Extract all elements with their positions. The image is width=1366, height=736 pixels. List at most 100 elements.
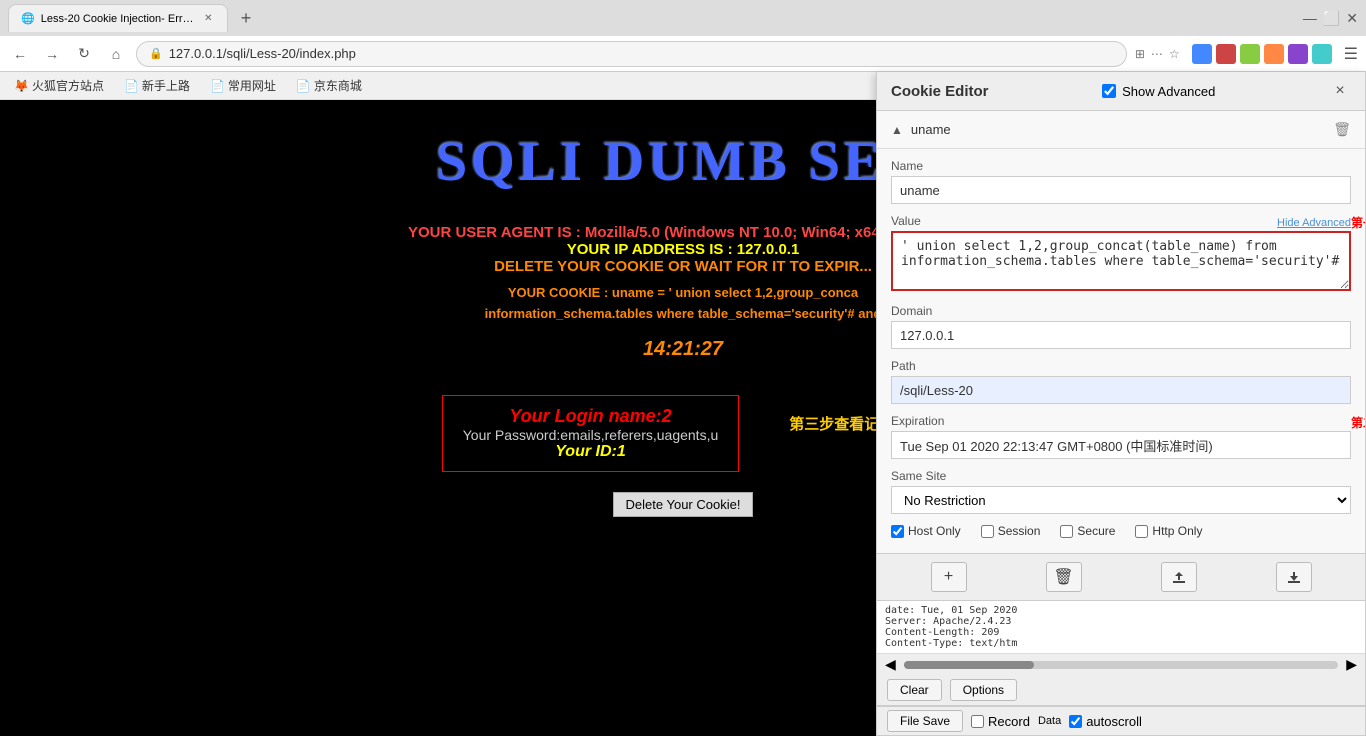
annotation-step2: 第二步保存	[1351, 414, 1365, 431]
host-only-checkbox[interactable]	[891, 525, 904, 538]
login-name: Your Login name:2	[463, 406, 719, 427]
same-site-group: Same Site No Restriction Lax Strict None	[891, 469, 1351, 514]
domain-group: Domain	[891, 304, 1351, 349]
value-group: Value Hide Advanced ' union select 1,2,g…	[891, 214, 1351, 294]
autoscroll-checkbox[interactable]	[1069, 715, 1082, 728]
new-tab-button[interactable]: +	[232, 4, 260, 32]
lock-icon: 🔒	[149, 47, 163, 60]
bookmark-label-2: 新手上路	[142, 77, 190, 94]
cookie-editor-panel: Cookie Editor Show Advanced × ▲ uname 🗑 …	[876, 72, 1366, 736]
add-cookie-btn[interactable]: +	[931, 562, 967, 592]
path-input[interactable]	[891, 376, 1351, 404]
bookmark-jd[interactable]: 📄 京东商城	[290, 75, 368, 96]
ext-icon-5[interactable]	[1288, 44, 1308, 64]
log-bottom-bar: File Save Record Data autoscroll	[877, 706, 1365, 735]
domain-input[interactable]	[891, 321, 1351, 349]
tab-bar: 🌐 Less-20 Cookie Injection- Error B ✕ + …	[0, 0, 1366, 36]
bookmark-icon-common: 📄	[210, 79, 225, 93]
close-editor-btn[interactable]: ×	[1329, 80, 1351, 102]
session-checkbox-item: Session	[981, 524, 1041, 538]
record-label: Record	[988, 714, 1030, 729]
name-input[interactable]	[891, 176, 1351, 204]
qr-icon[interactable]: ⊞	[1135, 47, 1145, 61]
cookie-text-2: information_schema.tables where table_sc…	[485, 306, 882, 321]
bookmark-label-4: 京东商城	[314, 77, 362, 94]
ext-icon-6[interactable]	[1312, 44, 1332, 64]
tab-close-btn[interactable]: ✕	[202, 12, 215, 26]
options-btn[interactable]: Options	[950, 679, 1017, 701]
bookmark-icon-jd: 📄	[296, 79, 311, 93]
scrollbar-track[interactable]	[904, 661, 1338, 669]
show-advanced-label: Show Advanced	[1122, 84, 1215, 99]
cookie-list-name: uname	[911, 122, 951, 137]
bookmark-firefox[interactable]: 🦊 火狐官方站点	[8, 75, 110, 96]
import-icon	[1171, 569, 1187, 585]
scroll-controls: ◀ ▶	[877, 654, 1365, 675]
hamburger-icon[interactable]: ☰	[1344, 44, 1358, 64]
value-input[interactable]: ' union select 1,2,group_concat(table_na…	[891, 231, 1351, 291]
cookie-form: Name Value Hide Advanced ' union select …	[877, 149, 1365, 553]
forward-button[interactable]: →	[40, 42, 64, 66]
export-icon	[1286, 569, 1302, 585]
scrollbar-thumb	[904, 661, 1034, 669]
name-group: Name	[891, 159, 1351, 204]
log-area: date: Tue, 01 Sep 2020 Server: Apache/2.…	[877, 600, 1365, 735]
active-tab[interactable]: 🌐 Less-20 Cookie Injection- Error B ✕	[8, 4, 228, 32]
window-close-btn[interactable]: ✕	[1346, 10, 1358, 27]
file-save-btn[interactable]: File Save	[887, 710, 963, 732]
home-button[interactable]: ⌂	[104, 42, 128, 66]
bookmark-label-3: 常用网址	[228, 77, 276, 94]
bookmark-newuser[interactable]: 📄 新手上路	[118, 75, 196, 96]
autoscroll-area: autoscroll	[1069, 714, 1142, 729]
bookmark-icon-new: 📄	[124, 79, 139, 93]
checkboxes-row: Host Only Session Secure Http Only	[891, 524, 1351, 538]
delete-all-btn[interactable]: 🗑	[1046, 562, 1082, 592]
delete-cookie-icon[interactable]: 🗑	[1333, 121, 1351, 138]
bookmark-icon-fox: 🦊	[14, 79, 29, 93]
login-box: Your Login name:2 Your Password:emails,r…	[442, 395, 740, 472]
hide-advanced-link[interactable]: Hide Advanced	[1277, 217, 1351, 229]
address-bar: ← → ↻ ⌂ 🔒 127.0.0.1/sqli/Less-20/index.p…	[0, 36, 1366, 72]
ext-icon-4[interactable]	[1264, 44, 1284, 64]
scroll-right-btn[interactable]: ▶	[1346, 656, 1357, 673]
url-bar[interactable]: 🔒 127.0.0.1/sqli/Less-20/index.php	[136, 41, 1127, 67]
response-content: date: Tue, 01 Sep 2020 Server: Apache/2.…	[877, 601, 1365, 654]
bookmark-common[interactable]: 📄 常用网址	[204, 75, 282, 96]
back-button[interactable]: ←	[8, 42, 32, 66]
ext-icon-3[interactable]	[1240, 44, 1260, 64]
http-only-label: Http Only	[1152, 524, 1202, 538]
maximize-btn[interactable]: ⬜	[1323, 10, 1340, 27]
scroll-left-btn[interactable]: ◀	[885, 656, 896, 673]
clear-btn[interactable]: Clear	[887, 679, 942, 701]
ext-icon-1[interactable]	[1192, 44, 1212, 64]
session-checkbox[interactable]	[981, 525, 994, 538]
name-label: Name	[891, 159, 1351, 173]
login-id: Your ID:1	[463, 443, 719, 461]
minimize-btn[interactable]: —	[1303, 10, 1317, 26]
refresh-button[interactable]: ↻	[72, 42, 96, 66]
show-advanced-checkbox[interactable]	[1102, 84, 1116, 98]
bookmark-icon[interactable]: ☆	[1169, 47, 1180, 61]
path-label: Path	[891, 359, 1351, 373]
collapse-btn[interactable]: ▲	[891, 123, 903, 137]
more-icon[interactable]: ⋯	[1151, 47, 1163, 61]
import-btn[interactable]	[1161, 562, 1197, 592]
log-toolbar: Clear Options	[877, 675, 1365, 706]
expiration-input[interactable]	[891, 431, 1351, 459]
cookie-list-item: ▲ uname 🗑	[891, 117, 1351, 142]
cookie-editor-header: Cookie Editor Show Advanced ×	[877, 72, 1365, 111]
data-label: Data	[1038, 715, 1061, 727]
host-only-checkbox-item: Host Only	[891, 524, 961, 538]
delete-cookie-btn[interactable]: Delete Your Cookie!	[613, 492, 754, 517]
ext-icon-2[interactable]	[1216, 44, 1236, 64]
record-checkbox[interactable]	[971, 715, 984, 728]
same-site-select[interactable]: No Restriction Lax Strict None	[891, 486, 1351, 514]
show-advanced-area: Show Advanced	[1102, 84, 1215, 99]
secure-checkbox[interactable]	[1060, 525, 1073, 538]
login-pass: Your Password:emails,referers,uagents,u	[463, 427, 719, 443]
same-site-label: Same Site	[891, 469, 1351, 483]
secure-label: Secure	[1077, 524, 1115, 538]
http-only-checkbox[interactable]	[1135, 525, 1148, 538]
export-btn[interactable]	[1276, 562, 1312, 592]
path-group: Path	[891, 359, 1351, 404]
